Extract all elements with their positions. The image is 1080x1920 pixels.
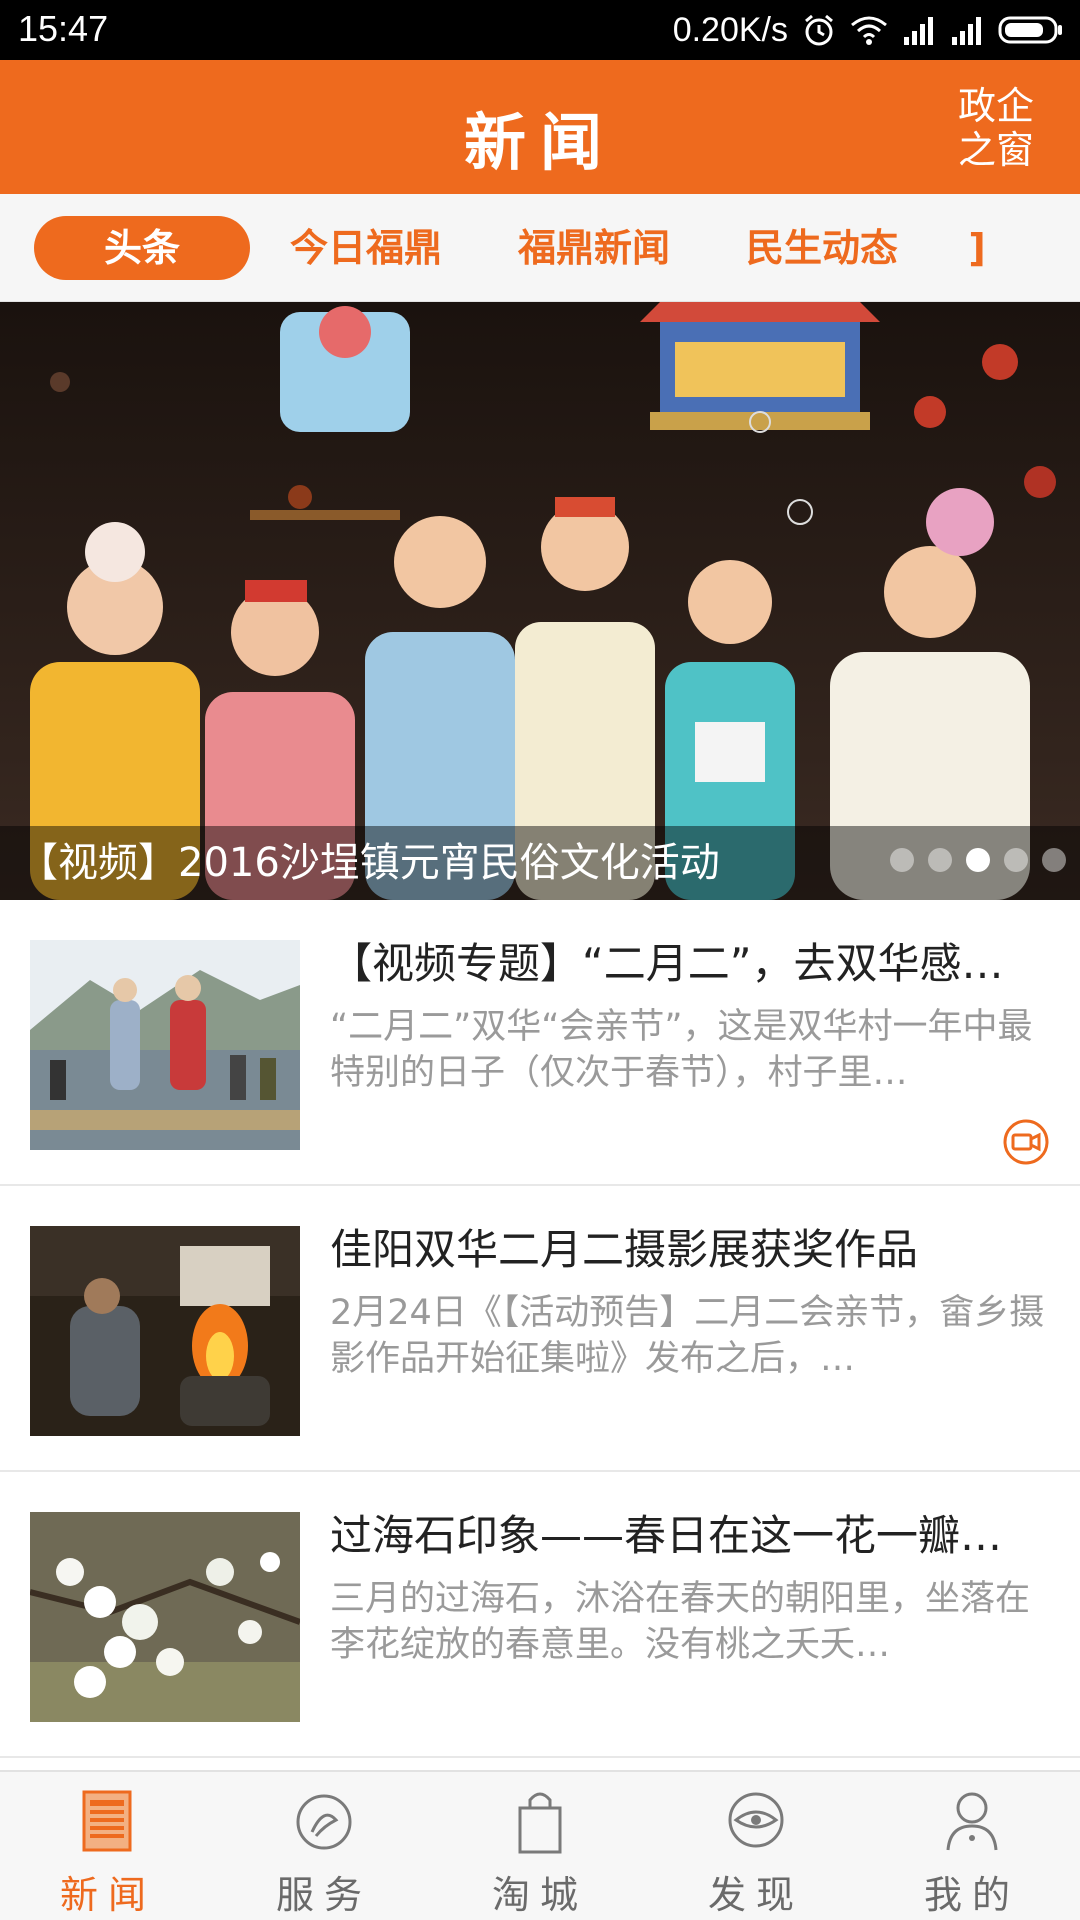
wifi-icon (851, 16, 887, 45)
carousel-dot (1004, 848, 1028, 872)
nav-item-discover[interactable]: 发现 (648, 1772, 864, 1920)
status-icons: 0.20K/s (673, 8, 1064, 52)
news-title[interactable]: 佳阳双华二月二摄影展获奖作品 (330, 1216, 1050, 1277)
signal-icon (952, 17, 981, 45)
plum-blossom-photo (30, 1512, 300, 1722)
news-summary: 2月24日《【活动预告】二月二会亲节，畲乡摄影作品开始征集啦》发布之后，… (330, 1293, 1045, 1379)
banner-caption[interactable]: 【视频】2016沙埕镇元宵民俗文化活动 (18, 830, 720, 888)
banner-carousel[interactable]: 【视频】2016沙埕镇元宵民俗文化活动 (0, 302, 1080, 900)
tab-today-fuding[interactable]: 今日福鼎 (266, 216, 466, 280)
news-list-item[interactable]: 【视频专题】“二月二”，去双华感… “二月二”双华“会亲节”，这是双华村一年中最… (0, 900, 1080, 1186)
alarm-icon (805, 14, 833, 46)
carousel-dot (1042, 848, 1066, 872)
news-thumbnail (30, 940, 300, 1150)
news-icon (82, 1790, 132, 1852)
status-time: 15:47 (18, 8, 109, 49)
nav-label: 淘城 (491, 1873, 588, 1917)
category-tabs: 头条 今日福鼎 福鼎新闻 民生动态 ] (0, 194, 1080, 302)
nav-item-service[interactable]: 服务 (216, 1772, 432, 1920)
carousel-indicator (890, 848, 1066, 872)
nav-label: 我的 (923, 1873, 1020, 1917)
news-list-item[interactable]: 过海石印象——春日在这一花一瓣… 三月的过海石，沐浴在春天的朝阳里，坐落在李花绽… (0, 1472, 1080, 1758)
nav-item-shopping[interactable]: 淘城 (432, 1772, 648, 1920)
discover-icon (728, 1792, 784, 1848)
tab-livelihood[interactable]: 民生动态 (722, 216, 922, 280)
news-summary: “二月二”双华“会亲节”，这是双华村一年中最特别的日子（仅次于春节），村子里… (330, 1007, 1033, 1093)
news-summary: 三月的过海石，沐浴在春天的朝阳里，坐落在李花绽放的春意里。没有桃之夭夭… (330, 1579, 1031, 1665)
tab-headlines[interactable]: 头条 (34, 216, 250, 280)
tab-fuding-news[interactable]: 福鼎新闻 (494, 216, 694, 280)
video-icon (1003, 1119, 1049, 1165)
page-title: 新闻 (463, 106, 616, 179)
app-header: 新闻 政企之窗 (0, 60, 1080, 194)
fire-cooking-photo (30, 1226, 300, 1436)
tab-more[interactable]: ] (962, 216, 992, 280)
news-thumbnail (30, 1512, 300, 1722)
signal-icon (904, 17, 933, 45)
carousel-dot (928, 848, 952, 872)
net-speed: 0.20K/s (672, 10, 788, 49)
carousel-dot-active (966, 848, 990, 872)
battery-icon (998, 16, 1062, 44)
shopping-bag-icon (518, 1792, 562, 1854)
nav-label: 服务 (275, 1873, 372, 1917)
news-title[interactable]: 过海石印象——春日在这一花一瓣… (330, 1502, 1050, 1563)
bottom-navigation: 新闻 服务 淘城 发现 我的 (0, 1770, 1080, 1920)
nav-item-news[interactable]: 新闻 (0, 1772, 216, 1920)
nav-label: 新闻 (59, 1873, 156, 1917)
service-icon (296, 1794, 352, 1850)
news-thumbnail (30, 1226, 300, 1436)
status-bar: 15:47 0.20K/s (0, 0, 1080, 60)
government-window-link[interactable]: 政企之窗 (956, 84, 1036, 172)
nav-label: 发现 (707, 1873, 804, 1917)
festival-dance-photo (30, 940, 300, 1150)
profile-icon (946, 1792, 998, 1851)
nav-item-profile[interactable]: 我的 (864, 1772, 1080, 1920)
news-title[interactable]: 【视频专题】“二月二”，去双华感… (330, 930, 1050, 991)
carousel-dot (890, 848, 914, 872)
news-list-item[interactable]: 佳阳双华二月二摄影展获奖作品 2月24日《【活动预告】二月二会亲节，畲乡摄影作品… (0, 1186, 1080, 1472)
banner-image (0, 302, 1080, 900)
